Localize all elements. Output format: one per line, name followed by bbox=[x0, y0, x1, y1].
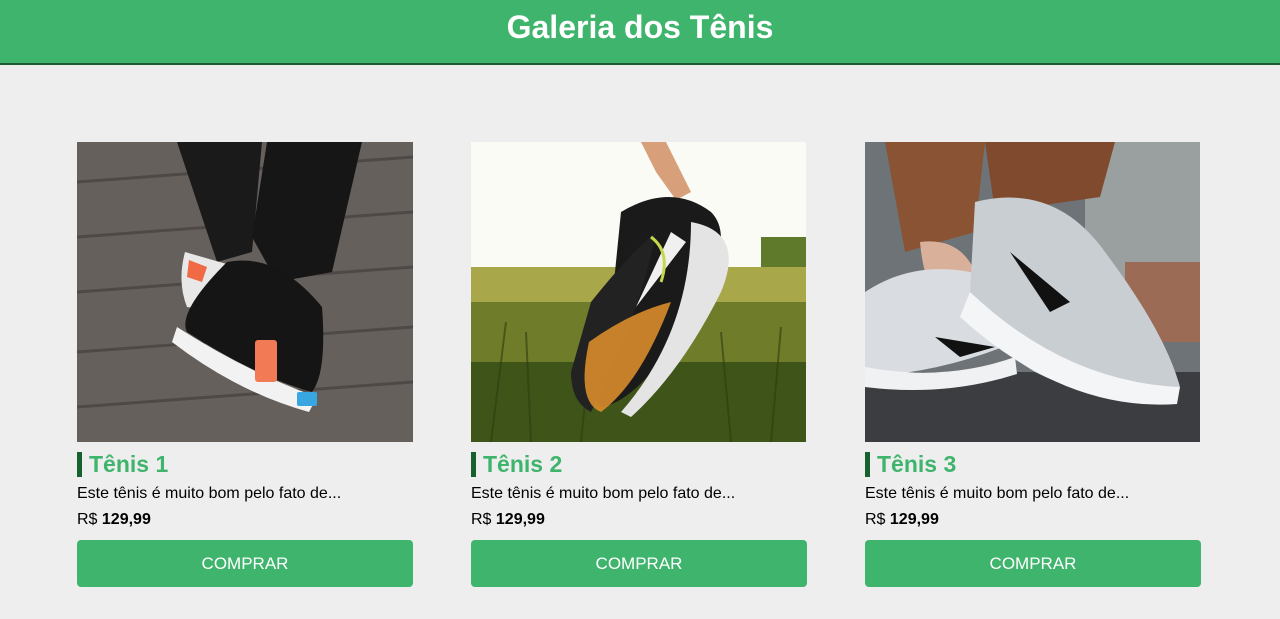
product-price: R$ 129,99 bbox=[77, 511, 413, 529]
product-title: Tênis 2 bbox=[471, 452, 806, 477]
price-currency: R$ bbox=[865, 511, 886, 528]
price-currency: R$ bbox=[471, 511, 492, 528]
product-card: Tênis 2 Este tênis é muito bom pelo fato… bbox=[471, 142, 807, 587]
product-description: Este tênis é muito bom pelo fato de... bbox=[471, 485, 736, 502]
product-price: R$ 129,99 bbox=[865, 511, 1200, 529]
price-currency: R$ bbox=[77, 511, 98, 528]
product-card: Tênis 1 Este tênis é muito bom pelo fato… bbox=[77, 142, 413, 587]
page-title: Galeria dos Tênis bbox=[506, 9, 774, 45]
page-header: Galeria dos Tênis bbox=[0, 0, 1280, 65]
price-value: 129,99 bbox=[101, 511, 151, 528]
product-image bbox=[865, 142, 1201, 442]
buy-button[interactable]: COMPRAR bbox=[77, 540, 413, 587]
product-card: Tênis 3 Este tênis é muito bom pelo fato… bbox=[865, 142, 1201, 587]
product-title: Tênis 3 bbox=[865, 452, 1200, 477]
product-price: R$ 129,99 bbox=[471, 511, 806, 529]
product-title: Tênis 1 bbox=[77, 452, 413, 477]
product-description: Este tênis é muito bom pelo fato de... bbox=[77, 485, 342, 502]
product-image bbox=[77, 142, 413, 442]
price-value: 129,99 bbox=[495, 511, 545, 528]
price-value: 129,99 bbox=[889, 511, 939, 528]
product-description: Este tênis é muito bom pelo fato de... bbox=[865, 485, 1130, 502]
buy-button[interactable]: COMPRAR bbox=[865, 540, 1201, 587]
buy-button[interactable]: COMPRAR bbox=[471, 540, 807, 587]
product-image bbox=[471, 142, 807, 442]
